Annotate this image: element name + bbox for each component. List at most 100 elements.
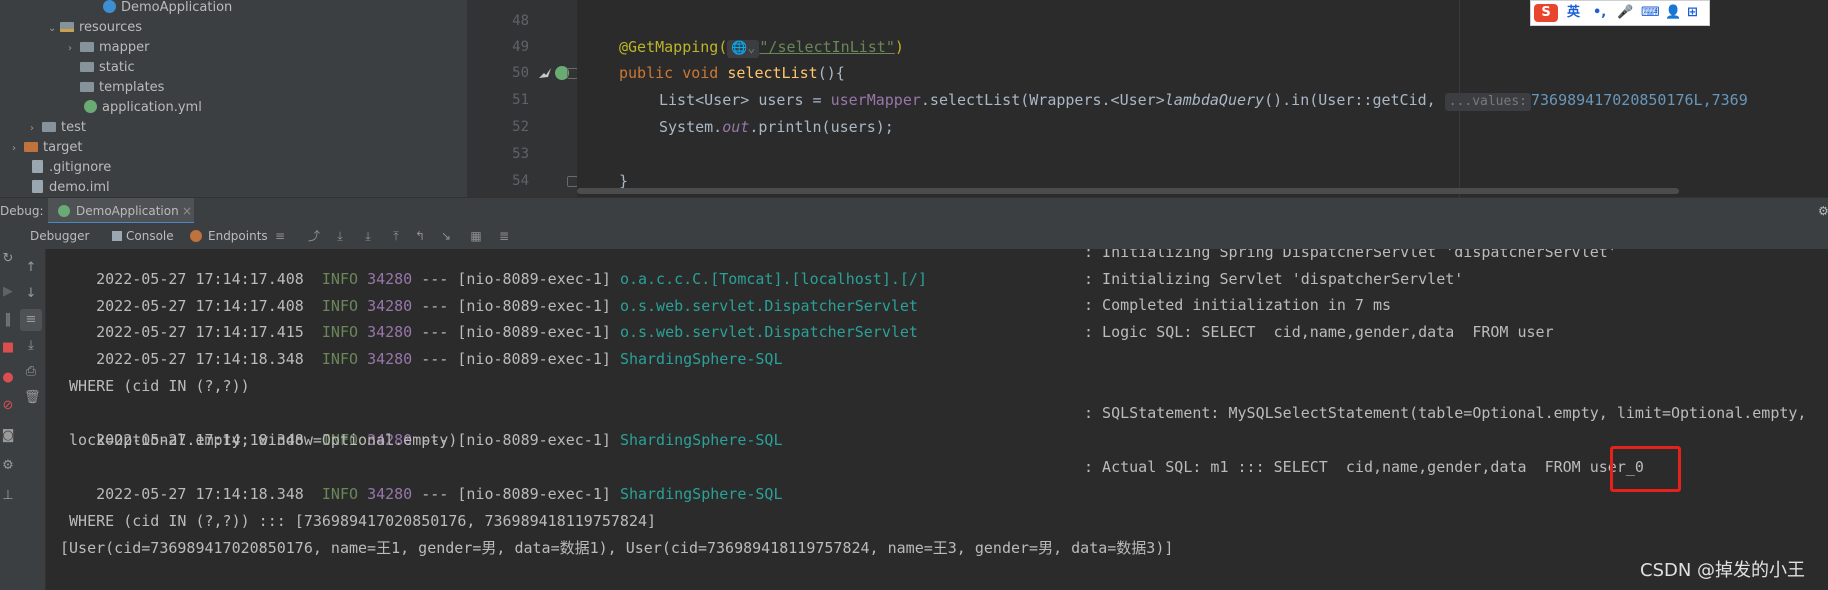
microphone-icon[interactable]: 🎤: [1617, 4, 1633, 22]
tree-item-demo-iml[interactable]: demo.iml: [32, 178, 110, 197]
console-line: 2022-05-27 17:14:17.408 INFO 34280 --- […: [96, 249, 1617, 288]
code-editor[interactable]: @GetMapping(🌐⌄ "/selectInList") public vo…: [577, 0, 1828, 197]
arrow-up-icon[interactable]: ↑: [24, 261, 38, 275]
tree-item-mapper[interactable]: › mapper: [68, 38, 149, 58]
tree-item-application-yml[interactable]: application.yml: [84, 98, 202, 118]
show-execution-point-icon[interactable]: ⤴: [308, 230, 320, 242]
camera-icon[interactable]: ◙: [1, 429, 15, 443]
evaluate-expression-icon[interactable]: ▦: [470, 230, 482, 242]
run-to-cursor-icon[interactable]: ↘: [440, 230, 452, 242]
code-line-50: public void selectList(){: [619, 64, 845, 82]
console-line: 2022-05-27 17:14:18.348 INFO 34280 --- […: [96, 323, 1554, 368]
tab-debugger[interactable]: Debugger: [30, 223, 89, 249]
editor-gutter: 48 49 50 51 52 53 54: [467, 0, 578, 197]
excluded-folder-icon: [24, 142, 38, 152]
line-number: 49: [512, 39, 529, 55]
close-icon[interactable]: ×: [182, 198, 192, 224]
sogou-logo[interactable]: S: [1534, 4, 1558, 22]
chevron-right-icon[interactable]: ›: [12, 139, 24, 159]
run-endpoint-icon[interactable]: [537, 66, 553, 80]
watermark: CSDN @掉发的小王: [1640, 560, 1806, 581]
console-output[interactable]: 2022-05-27 17:14:17.408 INFO 34280 --- […: [46, 249, 1828, 590]
tab-console[interactable]: Console: [126, 223, 174, 249]
project-tree: DemoApplication ⌄ resources › mapper stati…: [0, 0, 467, 197]
resources-folder-icon: [60, 22, 74, 32]
console-line: 2022-05-27 17:14:18.348 INFO 34280 --- […: [96, 458, 1644, 503]
scroll-to-end-icon[interactable]: ⤓: [24, 339, 38, 353]
print-icon[interactable]: ⎙: [24, 365, 38, 379]
tree-item-templates[interactable]: templates: [80, 78, 164, 98]
ime-toolbar[interactable]: S 英 •, 🎤 ⌨ 👤 ⊞: [1530, 0, 1710, 26]
tree-item-gitignore[interactable]: .gitignore: [32, 158, 111, 178]
rerun-icon[interactable]: ↻: [1, 252, 15, 266]
debug-tool-window-header: Debug: DemoApplication × ⚙: [0, 197, 1828, 224]
gear-icon[interactable]: ⚙: [1818, 198, 1828, 224]
tree-item-demoapplication[interactable]: DemoApplication: [103, 0, 232, 18]
line-number: 48: [512, 13, 529, 29]
globe-icon[interactable]: 🌐⌄: [727, 40, 760, 58]
horizontal-scrollbar[interactable]: [577, 188, 1679, 194]
code-line-49: @GetMapping(🌐⌄ "/selectInList"): [619, 38, 904, 58]
keyboard-icon[interactable]: ⌨: [1641, 4, 1660, 22]
debug-left-strip: ↻ ▶ ‖ ■ ● ⊘ ◙ ⚙ ⊥: [0, 249, 16, 590]
tree-item-static[interactable]: static: [80, 58, 135, 78]
folder-icon: [80, 62, 94, 72]
line-number: 53: [512, 146, 529, 162]
tab-endpoints[interactable]: Endpoints: [208, 223, 268, 249]
line-number: 51: [512, 92, 529, 108]
console-line: WHERE (cid IN (?,?)) ::: [73698941702085…: [60, 512, 657, 530]
folder-icon: [80, 42, 94, 52]
debug-toolbar: Debugger Console Endpoints ≡ ⤴ ⤓ ⤓ ⤒ ↰ ↘…: [0, 223, 1828, 250]
tree-item-target[interactable]: › target: [12, 138, 83, 158]
view-breakpoints-icon[interactable]: ●: [1, 371, 15, 385]
console-icon: [112, 231, 122, 241]
console-line: 2022-05-27 17:14:17.408 INFO 34280 --- […: [96, 270, 1464, 315]
console-toolbar: ↑ ↓ ≡ ⤓ ⎙ 🗑: [16, 249, 46, 590]
spring-app-icon: [58, 205, 70, 217]
ime-language-toggle[interactable]: 英: [1567, 4, 1580, 22]
step-into-icon[interactable]: ⤓: [362, 230, 374, 242]
folder-icon: [80, 82, 94, 92]
settings-icon[interactable]: ⚙: [1, 459, 15, 473]
chevron-right-icon[interactable]: ›: [30, 119, 42, 139]
line-number: 52: [512, 119, 529, 135]
chevron-right-icon[interactable]: ›: [68, 39, 80, 59]
user-icon[interactable]: 👤: [1665, 4, 1681, 22]
trace-icon[interactable]: ≣: [498, 230, 510, 242]
pin-icon[interactable]: ⊥: [1, 489, 15, 503]
console-line: 2022-05-27 17:14:17.415 INFO 34280 --- […: [96, 296, 1392, 341]
resume-icon[interactable]: ▶: [1, 285, 15, 299]
spring-config-icon: [84, 100, 97, 113]
console-line: [User(cid=736989417020850176, name=王1, g…: [60, 539, 1174, 557]
debug-tab-demoapplication[interactable]: DemoApplication ×: [48, 198, 194, 224]
file-icon: [32, 160, 43, 173]
chevron-down-icon[interactable]: ⌄: [48, 19, 60, 39]
pause-icon[interactable]: ‖: [1, 313, 15, 327]
console-line: lock=Optional.empty, window=Optional.emp…: [60, 431, 458, 449]
arrow-down-icon[interactable]: ↓: [24, 287, 38, 301]
spring-boot-class-icon: [103, 0, 116, 13]
tree-item-resources[interactable]: ⌄ resources: [48, 18, 142, 38]
file-icon: [32, 180, 43, 193]
clear-all-icon[interactable]: 🗑: [24, 391, 41, 405]
console-line: WHERE (cid IN (?,?)): [60, 377, 250, 395]
mute-breakpoints-icon[interactable]: ⊘: [1, 399, 15, 413]
folder-icon: [42, 122, 56, 132]
stop-icon[interactable]: ■: [1, 341, 15, 355]
soft-wrap-icon[interactable]: ≡: [24, 313, 38, 327]
punctuation-icon[interactable]: •,: [1593, 4, 1606, 22]
grid-icon[interactable]: ⊞: [1687, 4, 1698, 22]
highlight-box: [1610, 446, 1681, 492]
debug-label: Debug:: [0, 204, 44, 218]
endpoints-icon: [190, 230, 202, 242]
param-hint: ...values:: [1444, 93, 1531, 111]
drop-frame-icon[interactable]: ↰: [414, 230, 426, 242]
line-number: 54: [512, 173, 529, 189]
tree-item-test[interactable]: › test: [30, 118, 86, 138]
code-line-52: System.out.println(users);: [659, 118, 894, 136]
step-over-icon[interactable]: ⤓: [334, 230, 346, 242]
step-out-icon[interactable]: ⤒: [390, 230, 402, 242]
console-line: 2022-05-27 17:14:18.348 INFO 34280 --- […: [96, 404, 1807, 449]
line-number: 50: [512, 65, 529, 81]
menu-icon[interactable]: ≡: [274, 230, 286, 242]
